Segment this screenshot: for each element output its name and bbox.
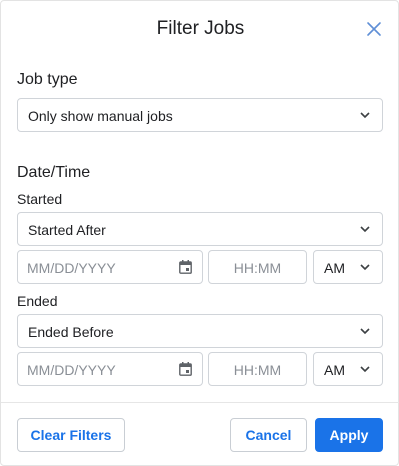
chevron-down-icon (360, 328, 370, 335)
ended-time-placeholder: HH:MM (233, 362, 282, 378)
ended-mode-select[interactable]: Ended Before (17, 314, 383, 348)
filter-jobs-dialog: Filter Jobs Job type Only show manual jo… (0, 0, 399, 466)
chevron-down-icon (360, 112, 370, 119)
started-ampm-value: AM (324, 260, 345, 276)
chevron-down-icon (360, 226, 370, 233)
datetime-label: Date/Time (17, 164, 91, 181)
calendar-icon[interactable] (179, 362, 192, 376)
clear-filters-button[interactable]: Clear Filters (17, 418, 125, 452)
started-mode-value: Started After (28, 222, 106, 238)
ended-mode-value: Ended Before (28, 324, 114, 340)
dialog-title: Filter Jobs (156, 18, 245, 39)
ended-ampm-select[interactable]: AM (313, 352, 383, 386)
started-mode-select[interactable]: Started After (17, 212, 383, 246)
job-type-select[interactable]: Only show manual jobs (17, 98, 383, 132)
started-ampm-select[interactable]: AM (313, 250, 383, 284)
started-date-placeholder: MM/DD/YYYY (27, 260, 116, 276)
close-icon[interactable] (365, 20, 383, 38)
apply-button[interactable]: Apply (315, 418, 383, 452)
started-time-input[interactable]: HH:MM (208, 250, 307, 284)
ended-ampm-value: AM (324, 362, 345, 378)
chevron-down-icon (360, 264, 370, 271)
ended-date-input[interactable]: MM/DD/YYYY (17, 352, 203, 386)
started-label: Started (17, 191, 63, 207)
footer-divider (1, 402, 399, 403)
ended-date-placeholder: MM/DD/YYYY (27, 362, 116, 378)
cancel-button[interactable]: Cancel (230, 418, 307, 452)
started-date-input[interactable]: MM/DD/YYYY (17, 250, 203, 284)
ended-label: Ended (17, 293, 58, 309)
job-type-value: Only show manual jobs (28, 108, 173, 124)
ended-time-input[interactable]: HH:MM (208, 352, 307, 386)
job-type-label: Job type (17, 71, 78, 88)
started-time-placeholder: HH:MM (233, 260, 282, 276)
chevron-down-icon (360, 366, 370, 373)
calendar-icon[interactable] (179, 260, 192, 274)
